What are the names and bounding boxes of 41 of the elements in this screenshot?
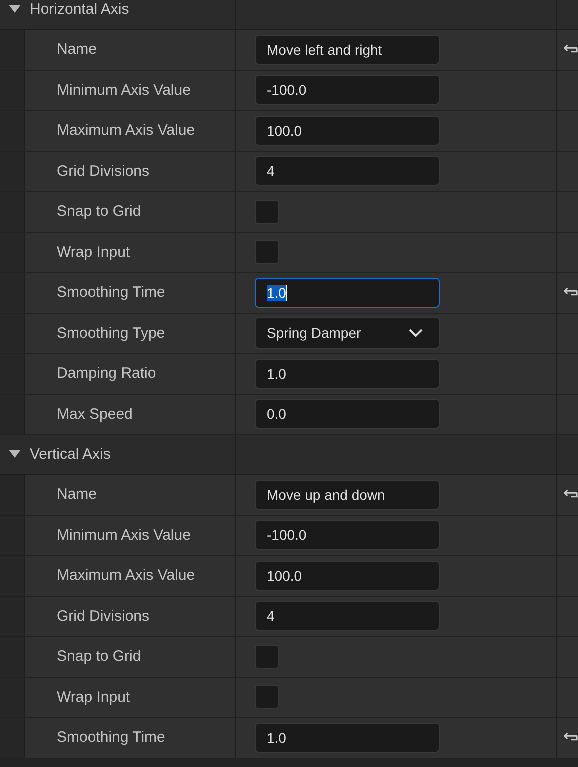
property-label: Name [57,486,98,504]
input-field[interactable]: 0.0 [255,399,440,430]
property-label: Snap to Grid [57,203,142,220]
input-field[interactable]: 1.0 [255,722,440,753]
property-label: Wrap Input [57,244,130,261]
property-label: Max Speed [57,406,133,423]
input-field[interactable]: 100.0 [255,560,440,591]
input-field[interactable]: 4 [255,156,440,186]
property-label: Name [57,41,98,58]
property-label: Maximum Axis Value [57,567,196,584]
property-label: Minimum Axis Value [57,526,191,544]
property-label: Snap to Grid [57,648,142,666]
input-field[interactable]: -100.0 [255,520,440,550]
section-header[interactable]: Vertical Axis [0,435,578,475]
expand-triangle-icon[interactable] [8,448,22,458]
input-field[interactable]: 1.0 [255,278,440,308]
expand-triangle-icon[interactable] [8,4,22,14]
section-title: Vertical Axis [30,446,111,463]
section-header[interactable]: Horizontal Axis [0,0,578,30]
input-field[interactable]: Move up and down [255,480,440,510]
property-label: Grid Divisions [57,608,150,625]
property-label: Damping Ratio [57,365,156,382]
input-field[interactable]: 1.0 [255,358,440,389]
input-field[interactable]: -100.0 [255,75,440,106]
checkbox[interactable] [255,685,279,710]
input-field[interactable]: Move left and right [255,34,440,65]
property-label: Smoothing Time [57,729,166,746]
property-label: Smoothing Type [57,324,166,342]
input-field[interactable]: 4 [255,601,440,632]
property-label: Smoothing Time [57,284,166,302]
checkbox[interactable] [255,644,279,669]
property-label: Grid Divisions [57,162,150,180]
property-label: Minimum Axis Value [57,82,191,99]
input-field[interactable]: 100.0 [255,116,440,146]
checkbox[interactable] [255,240,279,264]
chevron-down-icon [409,328,423,338]
dropdown[interactable]: Spring Damper [255,317,440,350]
checkbox[interactable] [255,200,279,224]
section-title: Horizontal Axis [30,1,130,18]
property-label: Wrap Input [57,688,130,706]
property-label: Maximum Axis Value [57,122,196,140]
